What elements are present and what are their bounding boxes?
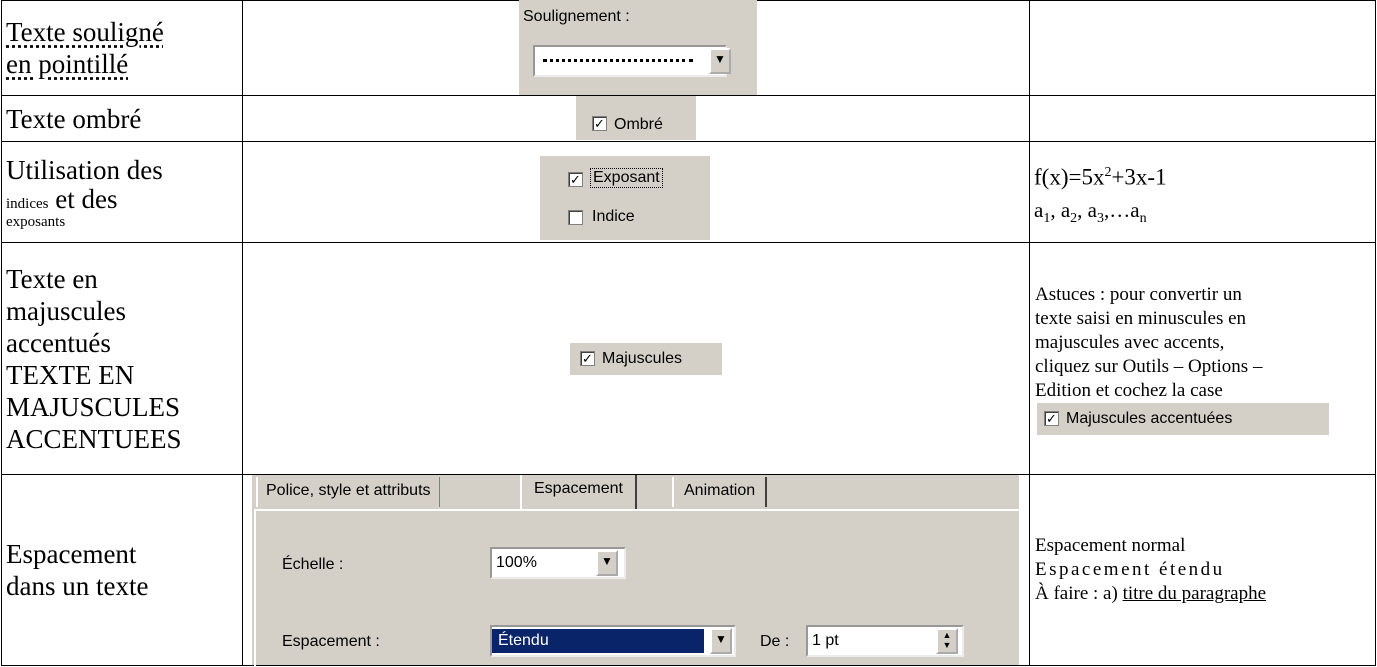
note-cell	[1029, 95, 1376, 142]
row-label: Texte souligné en pointillé	[1, 0, 243, 96]
formatting-table: Texte souligné en pointillé Soulignement…	[1, 0, 1376, 667]
row-label: Utilisation des indices et des exposants	[1, 141, 243, 243]
label-line: Texte en	[6, 263, 98, 294]
seq-sub: 3	[1096, 210, 1104, 226]
underline-dialog-snippet: Soulignement : ▼	[519, 0, 757, 95]
shadow-checkbox-label: Ombré	[614, 116, 663, 133]
effects-checkbox-snippet: ✓ Exposant Indice	[540, 156, 710, 240]
label-line: majuscules	[6, 295, 126, 326]
seq-a: a	[1034, 197, 1044, 222]
normal-spacing-text: Espacement normal	[1035, 535, 1186, 556]
underline-select[interactable]	[533, 45, 727, 77]
caps-checkbox-snippet: ✓ Majuscules	[570, 343, 722, 375]
scale-value: 100%	[496, 554, 537, 571]
index-checkbox-label: Indice	[592, 208, 635, 225]
tab-font-style[interactable]: Police, style et attributs	[256, 477, 440, 507]
seq-sub: n	[1139, 210, 1147, 226]
sequence: a1, a2, a3,…an	[1030, 194, 1375, 235]
by-value: 1 pt	[812, 632, 839, 649]
seq-a: , a	[1050, 197, 1071, 222]
table-row: Texte ombré ✓ Ombré	[1, 95, 1376, 142]
seq-a: , a	[1077, 197, 1097, 222]
tip-line: cliquez sur Outils – Options –	[1035, 355, 1263, 377]
seq-a: ,…a	[1103, 197, 1140, 222]
tab-strip: Police, style et attributs Espacement An…	[252, 475, 1019, 509]
tip-line: Astuces : pour convertir un	[1035, 283, 1242, 305]
label-line: TEXTE EN	[6, 359, 135, 390]
spacing-select[interactable]: Étendu	[490, 625, 736, 657]
dialog-cell: Soulignement : ▼	[242, 0, 1030, 96]
row-label: Texte en majuscules accentués TEXTE EN M…	[1, 242, 243, 475]
formula: f(x)=5x2+3x-1	[1030, 157, 1375, 194]
label-line: MAJUSCULES	[6, 391, 181, 422]
spacing-value: Étendu	[492, 629, 704, 653]
table-row: Utilisation des indices et des exposants…	[1, 141, 1376, 243]
spacing-label: Espacement :	[282, 633, 380, 650]
tip-checkbox-label: Majuscules accentuées	[1066, 409, 1233, 427]
formula-base: f(x)=5x	[1034, 164, 1105, 190]
note-cell: Astuces : pour convertir un texte saisi …	[1029, 242, 1376, 475]
index-checkbox[interactable]	[568, 210, 583, 225]
tip-line: majuscules avec accents,	[1035, 331, 1225, 353]
expanded-spacing-text: Espacement étendu	[1035, 559, 1225, 580]
row-label-line1: Utilisation des	[6, 154, 163, 185]
indices-text: indices	[6, 195, 49, 212]
scale-label: Échelle :	[282, 556, 344, 573]
by-spinner[interactable]: ▲ ▼	[936, 628, 958, 654]
dropdown-arrow-button[interactable]: ▼	[709, 48, 731, 74]
shadow-text-label: Texte ombré	[6, 103, 142, 134]
formula-rest: +3x-1	[1111, 164, 1167, 190]
dialog-cell: ✓ Ombré	[242, 95, 1030, 142]
shadow-checkbox[interactable]: ✓	[592, 116, 607, 131]
by-label: De :	[760, 633, 790, 650]
exponent-checkbox[interactable]: ✓	[568, 172, 583, 187]
row-label: Texte ombré	[1, 95, 243, 142]
et-des-text: et des	[48, 183, 118, 214]
dotted-underline-text: Texte souligné	[6, 17, 164, 47]
note-cell: f(x)=5x2+3x-1 a1, a2, a3,…an	[1029, 141, 1376, 243]
dialog-cell: ✓ Majuscules	[242, 242, 1030, 475]
tip-caps-accent-checkbox[interactable]: ✓	[1044, 410, 1059, 426]
todo-prefix: À faire : a)	[1035, 583, 1123, 604]
todo-line: À faire : a) titre du paragraphe	[1030, 582, 1375, 606]
dialog-cell: ✓ Exposant Indice	[242, 141, 1030, 243]
exposants-text: exposants	[6, 213, 66, 230]
table-row: Espacement dans un texte Police, style e…	[1, 474, 1376, 667]
caps-checkbox[interactable]: ✓	[580, 351, 595, 366]
label-line: dans un texte	[6, 571, 149, 601]
tab-spacing[interactable]: Espacement	[520, 475, 637, 509]
label-line: Espacement	[6, 539, 137, 569]
tip-line: Edition et cochez la case	[1035, 379, 1223, 401]
caps-checkbox-label: Majuscules	[602, 350, 683, 367]
dotted-line-preview	[543, 59, 693, 62]
table-row: Texte souligné en pointillé Soulignement…	[1, 0, 1376, 96]
note-cell	[1029, 0, 1376, 96]
note-cell: Espacement normal Espacement étendu À fa…	[1029, 474, 1376, 666]
spacing-dropdown-arrow[interactable]: ▼	[710, 628, 732, 654]
tip-line: texte saisi en minuscules en	[1035, 307, 1247, 329]
underline-label: Soulignement :	[523, 8, 630, 25]
exponent-checkbox-label: Exposant	[590, 168, 663, 188]
todo-underlined: titre du paragraphe	[1122, 583, 1267, 604]
scale-dropdown-arrow[interactable]: ▼	[596, 550, 618, 576]
label-line: ACCENTUEES	[6, 423, 182, 454]
tip-checkbox-snippet: ✓ Majuscules accentuées	[1037, 402, 1329, 435]
dialog-cell: Police, style et attributs Espacement An…	[242, 474, 1030, 667]
shadow-checkbox-snippet: ✓ Ombré	[576, 96, 696, 140]
table-row: Texte en majuscules accentués TEXTE EN M…	[1, 242, 1376, 475]
row-label: Espacement dans un texte	[1, 474, 243, 666]
dotted-underline-text-line2: en pointillé	[6, 49, 129, 79]
label-line: accentués	[6, 327, 111, 358]
font-dialog-snippet: Police, style et attributs Espacement An…	[252, 475, 1019, 667]
tab-animation[interactable]: Animation	[672, 477, 768, 507]
